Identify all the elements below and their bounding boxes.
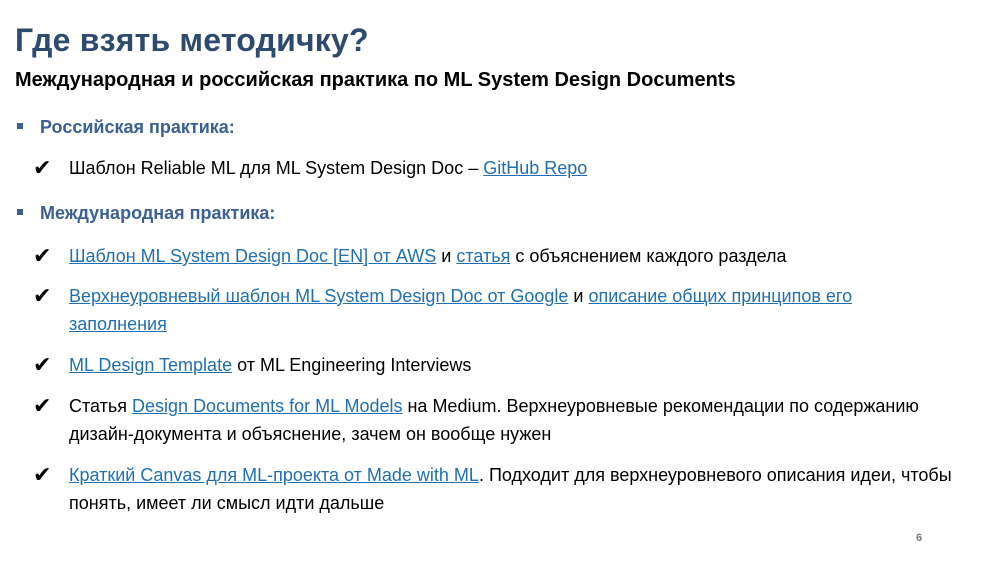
section-heading-international-label: Международная практика:: [40, 203, 276, 223]
list-item: ✔ Верхнеуровневый шаблон ML System Desig…: [33, 282, 953, 338]
list-item-text: ML Design Template от ML Engineering Int…: [69, 355, 472, 375]
list-item: ✔ Краткий Canvas для ML-проекта от Made …: [33, 461, 953, 517]
ml-design-template-link[interactable]: ML Design Template: [69, 355, 232, 375]
square-bullet-icon: [17, 123, 23, 130]
list-item-text: Шаблон Reliable ML для ML System Design …: [69, 158, 588, 178]
github-repo-link[interactable]: GitHub Repo: [483, 158, 587, 178]
aws-article-link[interactable]: статья: [456, 246, 510, 266]
page-number: 6: [916, 532, 923, 544]
list-item-text: Верхнеуровневый шаблон ML System Design …: [69, 286, 853, 334]
square-bullet-icon: [17, 209, 23, 216]
aws-template-link[interactable]: Шаблон ML System Design Doc [EN] от AWS: [69, 246, 436, 266]
section-heading-russian-label: Российская практика:: [40, 117, 235, 137]
checkmark-icon: ✔: [33, 283, 52, 308]
checkmark-icon: ✔: [33, 243, 52, 268]
list-item: ✔ Шаблон ML System Design Doc [EN] от AW…: [33, 242, 953, 270]
checkmark-icon: ✔: [33, 393, 52, 418]
list-item: ✔ Шаблон Reliable ML для ML System Desig…: [33, 154, 953, 182]
checkmark-icon: ✔: [33, 352, 52, 377]
list-item: ✔ ML Design Template от ML Engineering I…: [33, 351, 953, 379]
slide-title: Где взять методичку?: [15, 22, 369, 58]
checkmark-icon: ✔: [33, 462, 52, 487]
slide-subtitle: Международная и российская практика по M…: [15, 69, 736, 91]
google-template-link[interactable]: Верхнеуровневый шаблон ML System Design …: [69, 286, 568, 306]
list-item: ✔ Статья Design Documents for ML Models …: [33, 392, 953, 448]
made-with-ml-canvas-link[interactable]: Краткий Canvas для ML-проекта от Made wi…: [69, 465, 479, 485]
list-item-text: Статья Design Documents for ML Models на…: [69, 396, 919, 444]
list-item-text: Краткий Canvas для ML-проекта от Made wi…: [69, 465, 952, 513]
medium-article-link[interactable]: Design Documents for ML Models: [132, 396, 402, 416]
list-item-text: Шаблон ML System Design Doc [EN] от AWS …: [69, 246, 787, 266]
section-heading-russian: Российская практика:: [15, 117, 235, 138]
section-heading-international: Международная практика:: [15, 203, 275, 224]
checkmark-icon: ✔: [33, 155, 52, 180]
